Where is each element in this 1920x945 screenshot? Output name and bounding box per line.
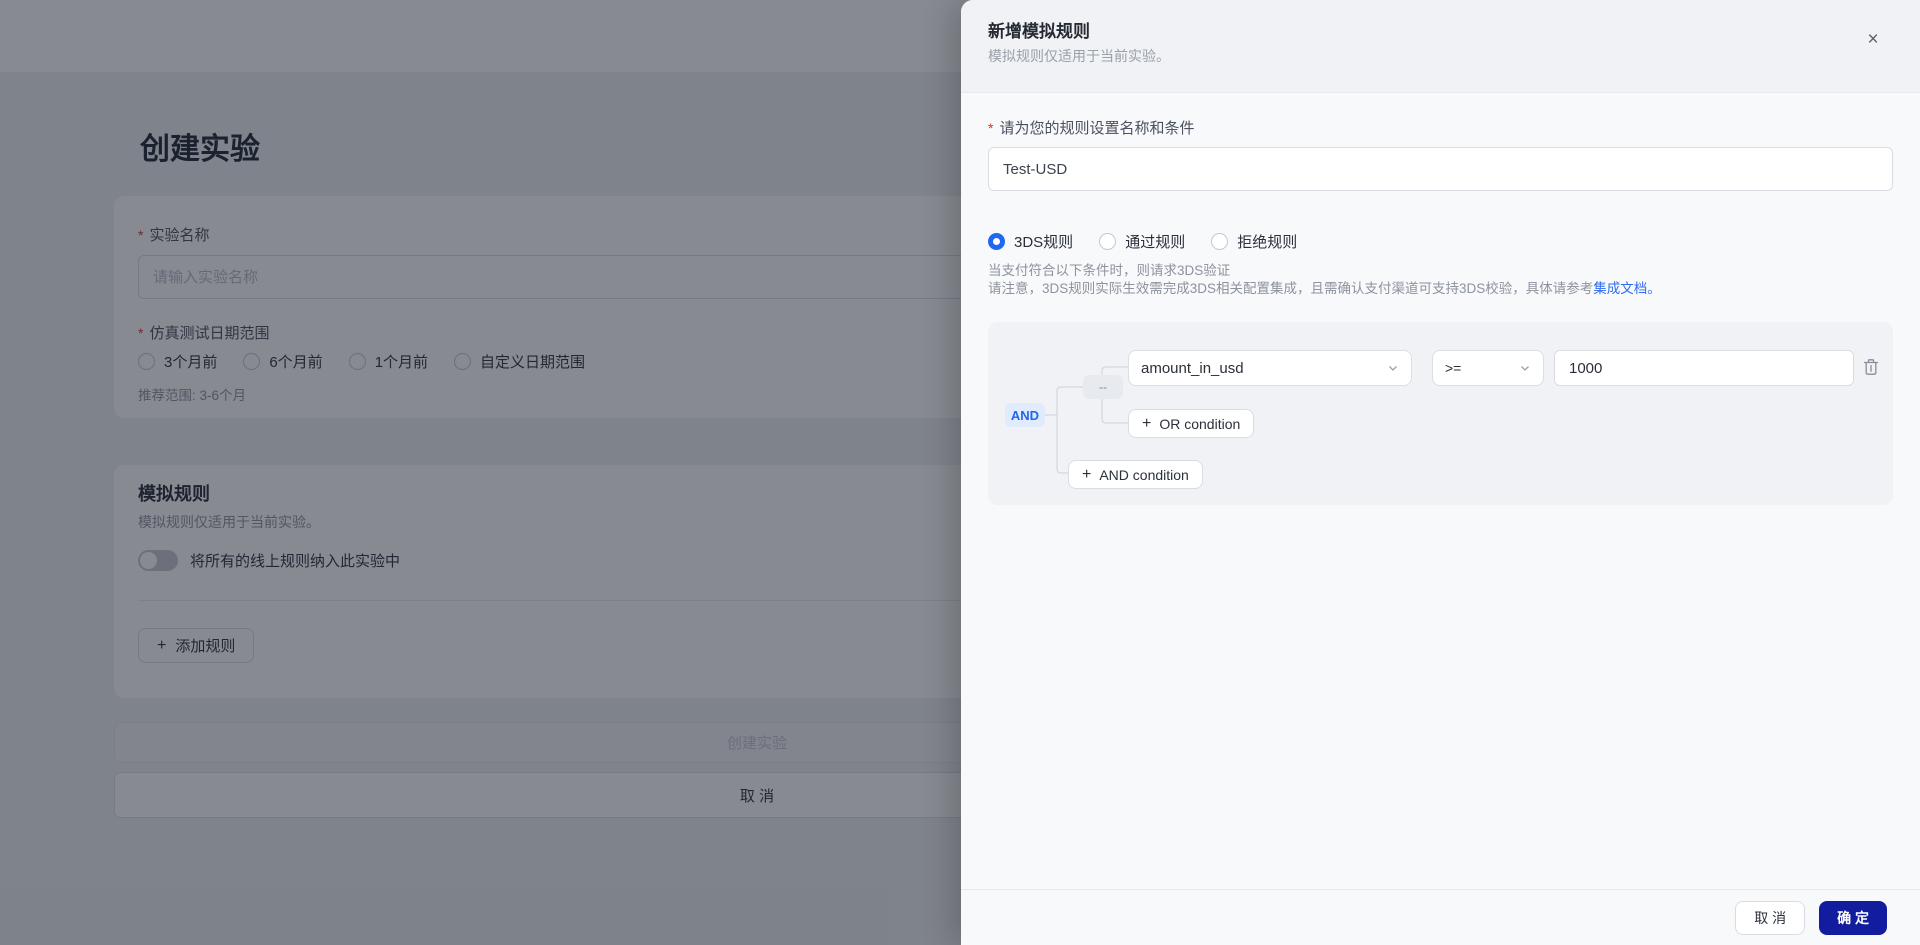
rule-name-label: * 请为您的规则设置名称和条件 [988, 120, 1195, 137]
or-condition-label: OR condition [1159, 415, 1241, 432]
rule-hint-line1: 当支付符合以下条件时，则请求3DS验证 [988, 263, 1231, 278]
rule-type-label: 拒绝规则 [1237, 234, 1298, 251]
chevron-down-icon [1389, 366, 1397, 371]
radio-circle-icon[interactable] [1211, 233, 1229, 250]
subgroup-node[interactable]: -- [1083, 375, 1123, 399]
plus-icon: + [1142, 414, 1152, 432]
trash-icon [1863, 359, 1879, 375]
rule-type-radio-group: 3DS规则 通过规则 拒绝规则 [988, 231, 1297, 252]
condition-value-input[interactable] [1554, 350, 1854, 386]
drawer-header: 新增模拟规则 模拟规则仅适用于当前实验。 × [961, 0, 1920, 93]
rule-type-label: 通过规则 [1125, 234, 1186, 251]
integration-doc-link[interactable]: 集成文档。 [1593, 281, 1661, 296]
drawer-footer: 取 消 确 定 [961, 889, 1920, 945]
add-and-condition-button[interactable]: + AND condition [1068, 460, 1203, 489]
close-icon[interactable]: × [1862, 28, 1884, 50]
radio-selected-icon[interactable] [988, 233, 1005, 250]
rule-type-reject[interactable]: 拒绝规则 [1211, 231, 1297, 252]
add-simulation-rule-drawer: 新增模拟规则 模拟规则仅适用于当前实验。 × *请为您的规则设置名称和条件 3D… [961, 0, 1920, 945]
add-or-condition-button[interactable]: + OR condition [1128, 409, 1255, 438]
drawer-confirm-button[interactable]: 确 定 [1819, 900, 1887, 935]
drawer-title: 新增模拟规则 [988, 22, 1090, 41]
rule-name-input[interactable] [988, 147, 1893, 191]
condition-field-select[interactable]: amount_in_usd [1128, 350, 1412, 386]
rule-hint-line2: 请注意，3DS规则实际生效需完成3DS相关配置集成，且需确认支付渠道可支持3DS… [988, 281, 1661, 296]
and-condition-label: AND condition [1099, 466, 1189, 483]
drawer-subtitle: 模拟规则仅适用于当前实验。 [988, 48, 1170, 64]
plus-icon: + [1082, 465, 1092, 483]
rule-type-label: 3DS规则 [1014, 234, 1074, 251]
drawer-body: *请为您的规则设置名称和条件 3DS规则 通过规则 拒绝规则 当支付符合以下条件… [961, 93, 1920, 890]
group-operator-tag[interactable]: AND [1005, 403, 1045, 427]
condition-builder-card: AND -- amount_in_usd >= 1000 + OR condit… [988, 322, 1893, 505]
rule-type-3ds[interactable]: 3DS规则 [988, 231, 1073, 252]
condition-operator-select[interactable]: >= [1432, 350, 1544, 386]
radio-circle-icon[interactable] [1099, 233, 1117, 250]
condition-operator-value: >= [1445, 360, 1462, 376]
drawer-cancel-button[interactable]: 取 消 [1735, 900, 1806, 935]
chevron-down-icon [1521, 366, 1529, 371]
condition-field-value: amount_in_usd [1141, 359, 1244, 377]
required-asterisk-icon: * [988, 120, 994, 136]
rule-type-pass[interactable]: 通过规则 [1099, 231, 1185, 252]
delete-condition-button[interactable] [1854, 349, 1888, 385]
